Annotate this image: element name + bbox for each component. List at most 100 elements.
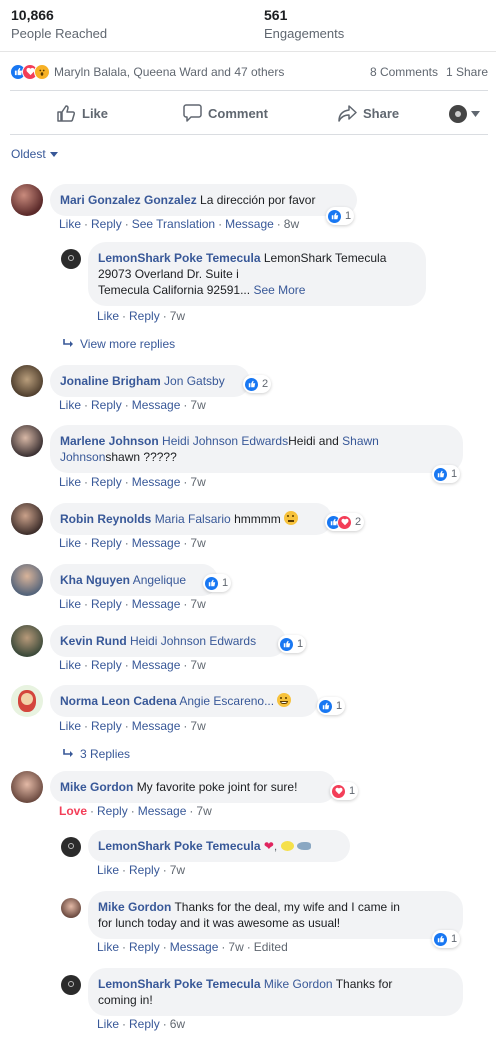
comment-author[interactable]: Marlene Johnson (60, 434, 159, 448)
like-link[interactable]: Like (59, 398, 81, 412)
avatar[interactable] (61, 975, 81, 995)
reactors-names[interactable]: Maryln Balala, Queena Ward and 47 others (54, 65, 284, 79)
like-link[interactable]: Like (97, 1017, 119, 1031)
like-link[interactable]: Like (59, 217, 81, 231)
comment-author[interactable]: Mari Gonzalez Gonzalez (60, 193, 197, 207)
reply-author[interactable]: LemonShark Poke Temecula (98, 977, 261, 991)
reply-link[interactable]: Reply (129, 940, 160, 954)
avatar[interactable] (61, 837, 81, 857)
comments-count[interactable]: 8 Comments (370, 65, 438, 79)
comment-sort-dropdown[interactable]: Oldest (11, 147, 58, 161)
message-link[interactable]: Message (225, 217, 274, 231)
like-link[interactable]: Like (59, 719, 81, 733)
comment-time[interactable]: 7w (190, 475, 205, 489)
avatar[interactable] (61, 898, 81, 918)
tagged-user[interactable]: Shawn (342, 434, 379, 448)
comment-author[interactable]: Norma Leon Cadena (60, 694, 177, 708)
tagged-user[interactable]: Angie Escareno... (179, 694, 274, 708)
see-more-link[interactable]: See More (253, 283, 305, 297)
comment-author[interactable]: Mike Gordon (60, 780, 133, 794)
reply-link[interactable]: Reply (129, 1017, 160, 1031)
shares-count[interactable]: 1 Share (446, 65, 488, 79)
comment-author[interactable]: Kevin Rund (60, 634, 127, 648)
avatar[interactable] (11, 685, 43, 717)
comment-reaction-count[interactable]: 2 (325, 513, 365, 531)
reply-time[interactable]: 7w (170, 863, 185, 877)
avatar[interactable] (11, 625, 43, 657)
reply-reaction-count[interactable]: 1 (432, 930, 461, 948)
comment-time[interactable]: 7w (190, 398, 205, 412)
reply-link[interactable]: Reply (129, 309, 160, 323)
avatar[interactable] (11, 564, 43, 596)
reply-time[interactable]: 7w (228, 940, 243, 954)
like-link[interactable]: Like (59, 475, 81, 489)
message-link[interactable]: Message (132, 536, 181, 550)
like-link[interactable]: Like (97, 863, 119, 877)
tagged-user[interactable]: Johnson (60, 450, 105, 464)
comment-author[interactable]: Jonaline Brigham (60, 374, 161, 388)
tagged-user[interactable]: Jon Gatsby (164, 374, 225, 388)
see-translation-link[interactable]: See Translation (132, 217, 215, 231)
avatar[interactable] (11, 771, 43, 803)
comment-author[interactable]: Robin Reynolds (60, 512, 151, 526)
share-button[interactable]: Share (338, 104, 399, 122)
tagged-user[interactable]: Heidi Johnson Edwards (130, 634, 256, 648)
view-more-replies[interactable]: View more replies (62, 337, 175, 351)
reaction-icons[interactable] (10, 63, 50, 80)
message-link[interactable]: Message (132, 597, 181, 611)
reply-author[interactable]: Mike Gordon (98, 900, 171, 914)
message-link[interactable]: Message (138, 804, 187, 818)
reply-link[interactable]: Reply (129, 863, 160, 877)
reply-link[interactable]: Reply (91, 398, 122, 412)
avatar[interactable] (11, 425, 43, 457)
comment-reaction-count[interactable]: 1 (317, 697, 346, 715)
tagged-user[interactable]: Angelique (133, 573, 186, 587)
comment-time[interactable]: 8w (284, 217, 299, 231)
view-replies-link[interactable]: 3 Replies (62, 747, 130, 761)
edited-label[interactable]: Edited (254, 940, 288, 954)
comment-author[interactable]: Kha Nguyen (60, 573, 130, 587)
comment-time[interactable]: 7w (190, 658, 205, 672)
comment-time[interactable]: 7w (196, 804, 211, 818)
avatar[interactable] (61, 249, 81, 269)
reply-time[interactable]: 7w (170, 309, 185, 323)
message-link[interactable]: Message (170, 940, 219, 954)
comment-time[interactable]: 7w (190, 719, 205, 733)
comment-reaction-count[interactable]: 1 (432, 465, 461, 483)
reply-link[interactable]: Reply (91, 658, 122, 672)
post-as-selector[interactable] (449, 105, 480, 123)
like-link[interactable]: Like (97, 309, 119, 323)
reply-link[interactable]: Reply (91, 217, 122, 231)
like-button[interactable]: Like (56, 104, 108, 122)
avatar[interactable] (11, 503, 43, 535)
tagged-user[interactable]: Maria Falsario (155, 512, 231, 526)
reply-link[interactable]: Reply (91, 475, 122, 489)
like-link[interactable]: Like (59, 658, 81, 672)
comment-reaction-count[interactable]: 1 (330, 782, 359, 800)
comment-time[interactable]: 7w (190, 597, 205, 611)
reply-author[interactable]: LemonShark Poke Temecula (98, 839, 261, 853)
message-link[interactable]: Message (132, 475, 181, 489)
message-link[interactable]: Message (132, 398, 181, 412)
message-link[interactable]: Message (132, 719, 181, 733)
comment-reaction-count[interactable]: 1 (203, 574, 232, 592)
love-link[interactable]: Love (59, 804, 87, 818)
comment-reaction-count[interactable]: 2 (243, 375, 272, 393)
reply-time[interactable]: 6w (170, 1017, 185, 1031)
like-link[interactable]: Like (97, 940, 119, 954)
like-link[interactable]: Like (59, 597, 81, 611)
comment-reaction-count[interactable]: 1 (278, 635, 307, 653)
reply-author[interactable]: LemonShark Poke Temecula (98, 251, 261, 265)
comment-button[interactable]: Comment (183, 104, 268, 122)
comment-reaction-count[interactable]: 1 (326, 207, 355, 225)
like-link[interactable]: Like (59, 536, 81, 550)
tagged-user[interactable]: Mike Gordon (264, 977, 333, 991)
reply-link[interactable]: Reply (97, 804, 128, 818)
avatar[interactable] (11, 184, 43, 216)
message-link[interactable]: Message (132, 658, 181, 672)
avatar[interactable] (11, 365, 43, 397)
reply-link[interactable]: Reply (91, 719, 122, 733)
comment-time[interactable]: 7w (190, 536, 205, 550)
reply-link[interactable]: Reply (91, 536, 122, 550)
reply-link[interactable]: Reply (91, 597, 122, 611)
